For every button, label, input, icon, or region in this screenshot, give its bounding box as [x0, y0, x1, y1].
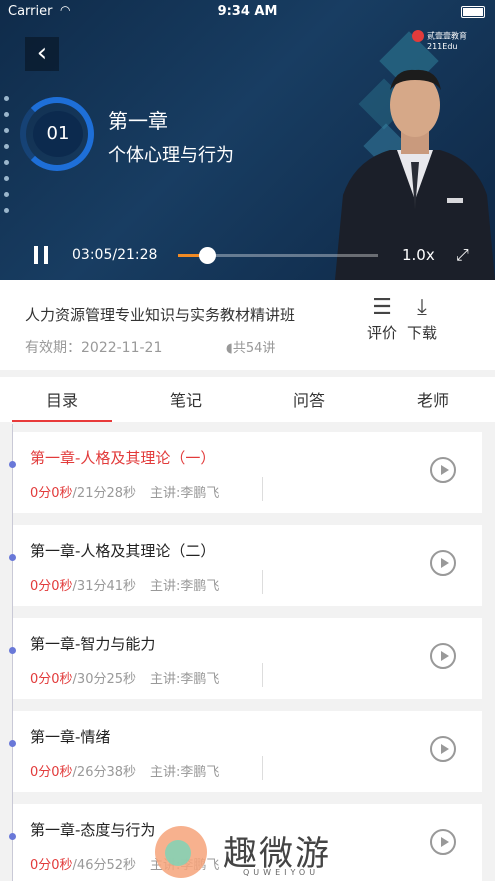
watermark: 趣微游 QUWEIYOU	[155, 826, 345, 880]
download-icon: ⤓	[417, 295, 427, 320]
lesson-teacher: 主讲:李鹏飞	[150, 579, 220, 594]
lesson-item[interactable]: 第一章-智力与能力 0分0秒/30分25秒 主讲:李鹏飞	[9, 618, 482, 699]
back-button[interactable]: ‹	[25, 37, 59, 71]
lesson-duration: /21分28秒	[72, 486, 137, 501]
lesson-item[interactable]: 第一章-人格及其理论（一） 0分0秒/21分28秒 主讲:李鹏飞	[9, 432, 482, 513]
lesson-item[interactable]: 第一章-情绪 0分0秒/26分38秒 主讲:李鹏飞	[9, 711, 482, 792]
brand-logo: 贰壹壹教育 211Edu	[412, 30, 467, 51]
play-icon[interactable]	[430, 643, 456, 669]
lesson-meta: 0分0秒/30分25秒 主讲:李鹏飞	[30, 668, 219, 687]
lesson-meta: 0分0秒/21分28秒 主讲:李鹏飞	[30, 482, 219, 501]
watermark-logo-inner	[165, 840, 191, 866]
tab-catalog[interactable]: 目录	[0, 387, 124, 411]
review-label: 评价	[366, 324, 397, 342]
lesson-title: 第一章-智力与能力	[30, 635, 156, 653]
course-title: 人力资源管理专业知识与实务教材精讲班	[25, 306, 296, 324]
video-player[interactable]: ‹ 贰壹壹教育 211Edu 01 第一章 个体心理与行为 03:05/21:2…	[0, 0, 495, 280]
tab-qa[interactable]: 问答	[247, 387, 371, 411]
watched-time: 0分0秒	[30, 858, 73, 873]
audio-icon: ◖	[226, 341, 233, 356]
progress-bar[interactable]	[178, 247, 378, 264]
chapter-title: 第一章	[108, 109, 168, 133]
player-controls: 03:05/21:28 1.0x ⤢	[0, 230, 495, 280]
lesson-teacher: 主讲:李鹏飞	[150, 672, 220, 687]
pause-icon	[34, 246, 38, 264]
chapter-subtitle: 个体心理与行为	[108, 145, 234, 166]
tab-bar: 目录 笔记 问答 老师	[0, 377, 495, 422]
lesson-teacher: 主讲:李鹏飞	[150, 486, 220, 501]
lesson-teacher: 主讲:李鹏飞	[150, 765, 220, 780]
play-icon[interactable]	[430, 550, 456, 576]
time-display: 03:05/21:28	[72, 247, 158, 263]
watermark-sub: QUWEIYOU	[243, 868, 320, 877]
course-info: 人力资源管理专业知识与实务教材精讲班 有效期：2022-11-21 ◖共54讲 …	[0, 280, 495, 370]
lesson-item[interactable]: 第一章-人格及其理论（二） 0分0秒/31分41秒 主讲:李鹏飞	[9, 525, 482, 606]
divider	[262, 477, 263, 501]
clock: 9:34 AM	[217, 4, 278, 19]
timeline-dot	[9, 647, 16, 654]
brand-name: 贰壹壹教育	[427, 31, 467, 41]
lecture-count: ◖共54讲	[226, 337, 275, 356]
status-bar: Carrier ◠ 9:34 AM	[0, 0, 495, 24]
lesson-duration: /30分25秒	[72, 672, 137, 687]
review-button[interactable]: ☰ 评价	[362, 294, 402, 343]
timeline-dot	[9, 554, 16, 561]
battery-icon	[461, 6, 485, 18]
lesson-duration: /46分52秒	[72, 858, 137, 873]
speed-button[interactable]: 1.0x	[402, 246, 435, 264]
watched-time: 0分0秒	[30, 579, 73, 594]
divider	[262, 756, 263, 780]
divider	[262, 663, 263, 687]
divider	[262, 570, 263, 594]
lesson-title: 第一章-态度与行为	[30, 821, 156, 839]
chapter-number: 01	[33, 111, 83, 157]
timeline-dot	[9, 461, 16, 468]
tab-teacher[interactable]: 老师	[371, 387, 495, 411]
lesson-meta: 0分0秒/26分38秒 主讲:李鹏飞	[30, 761, 219, 780]
lesson-meta: 0分0秒/31分41秒 主讲:李鹏飞	[30, 575, 219, 594]
side-indicator	[4, 96, 10, 224]
lesson-title: 第一章-人格及其理论（一）	[30, 449, 216, 467]
timeline-dot	[9, 740, 16, 747]
course-expiry: 有效期：2022-11-21	[25, 340, 163, 356]
play-icon[interactable]	[430, 736, 456, 762]
lesson-duration: /31分41秒	[72, 579, 137, 594]
logo-mark-icon	[412, 30, 424, 42]
pause-button[interactable]	[34, 246, 50, 264]
fullscreen-icon[interactable]: ⤢	[456, 246, 474, 264]
progress-knob[interactable]	[198, 247, 216, 264]
tab-notes[interactable]: 笔记	[124, 387, 248, 411]
play-icon[interactable]	[430, 829, 456, 855]
lesson-title: 第一章-人格及其理论（二）	[30, 542, 216, 560]
watched-time: 0分0秒	[30, 672, 73, 687]
download-label: 下载	[406, 324, 437, 342]
download-button[interactable]: ⤓ 下载	[402, 294, 442, 343]
lecture-count-text: 共54讲	[232, 341, 276, 356]
timeline-dot	[9, 833, 16, 840]
watched-time: 0分0秒	[30, 486, 73, 501]
watched-time: 0分0秒	[30, 765, 73, 780]
play-icon[interactable]	[430, 457, 456, 483]
tab-underline	[12, 420, 112, 422]
lesson-title: 第一章-情绪	[30, 728, 111, 746]
comment-icon: ☰	[372, 295, 392, 320]
lesson-duration: /26分38秒	[72, 765, 137, 780]
